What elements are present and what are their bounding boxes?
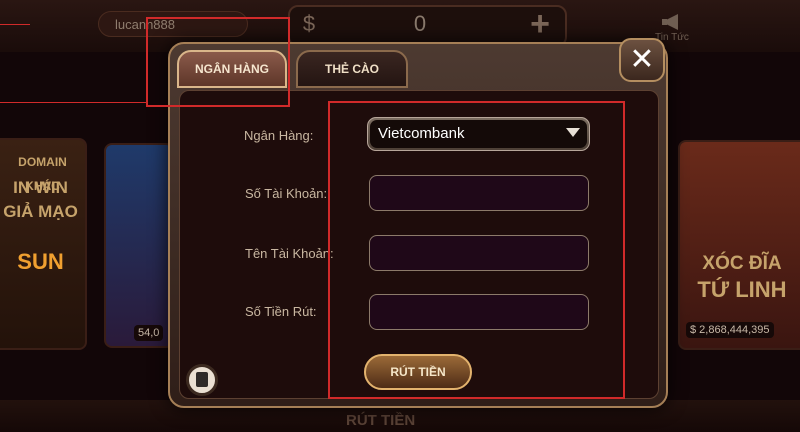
account-number-input[interactable] <box>369 175 589 211</box>
game-card-left[interactable]: DOMAIN KHÁC IN WIN GIẢ MẠO SUN <box>0 138 87 350</box>
card-amount: $ 2,868,444,395 <box>686 322 774 338</box>
amount-input[interactable] <box>369 294 589 330</box>
card-title-line: IN WIN <box>13 178 68 197</box>
dollar-icon: $ <box>302 11 316 36</box>
tab-bank[interactable]: NGÂN HÀNG <box>177 50 287 88</box>
bank-select-value[interactable]: Vietcombank <box>378 124 464 144</box>
tab-scratch-card[interactable]: THẺ CÀO <box>296 50 408 88</box>
game-card-right[interactable]: XÓC ĐĨA TỨ LINH $ 2,868,444,395 <box>678 140 800 350</box>
card-amount: 54,0 <box>134 325 164 341</box>
account-number-label: Số Tài Khoản: <box>245 186 328 201</box>
bank-label: Ngân Hàng: <box>244 128 314 143</box>
chevron-down-icon[interactable] <box>566 128 580 137</box>
receipt-icon <box>196 372 208 387</box>
username-display: lucann888 <box>98 11 248 37</box>
game-card-left-2[interactable]: 54,0 <box>104 143 174 348</box>
card-title-line: GIẢ MẠO <box>3 202 78 221</box>
amount-label: Số Tiền Rút: <box>245 304 317 319</box>
bottom-bar-label: RÚT TIỀN <box>346 412 416 429</box>
card-title-line: XÓC ĐĨA <box>702 253 782 274</box>
card-title-line: TỨ LINH <box>697 277 787 302</box>
balance-value: 0 <box>413 11 427 36</box>
account-name-label: Tên Tài Khoản: <box>245 246 334 261</box>
withdraw-button[interactable]: RÚT TIỀN <box>364 354 472 390</box>
add-funds-button[interactable]: + <box>522 6 558 42</box>
account-name-input[interactable] <box>369 235 589 271</box>
close-button[interactable]: ✕ <box>619 38 665 82</box>
card-logo-text: SUN <box>17 249 64 274</box>
megaphone-icon[interactable] <box>662 10 690 34</box>
